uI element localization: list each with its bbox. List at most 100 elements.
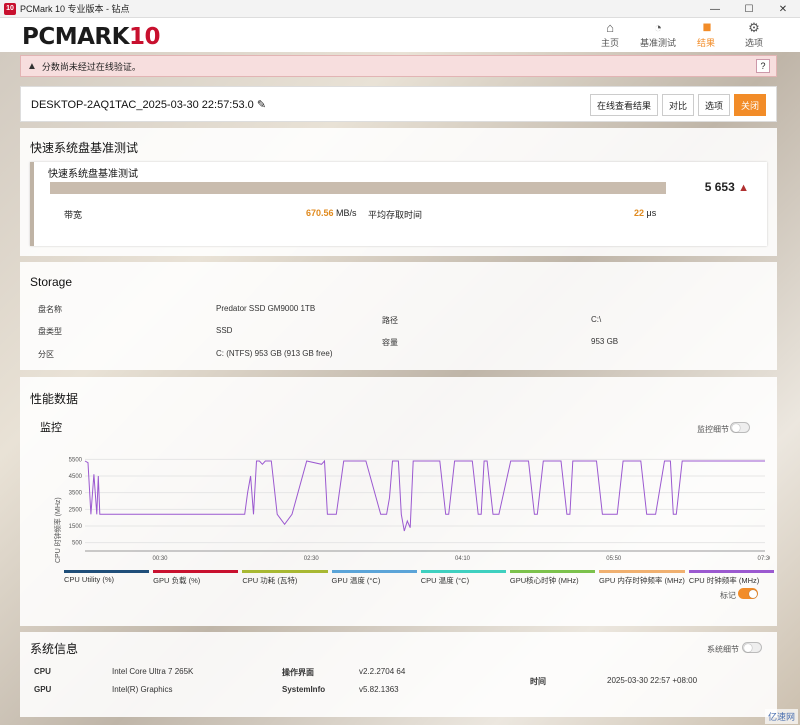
legend-label: GPU核心时钟 (MHz) bbox=[509, 576, 579, 585]
legend-item[interactable]: CPU Utility (%) bbox=[64, 570, 150, 586]
storage-panel: Storage 盘名称 Predator SSD GM9000 1TB 盘类型 … bbox=[20, 262, 777, 370]
legend-item[interactable]: GPU 温度 (°C) bbox=[331, 570, 417, 586]
pcmark-logo: PCMARK10 bbox=[22, 24, 160, 50]
y-tick-label: 1500 bbox=[69, 524, 83, 530]
score-bar bbox=[50, 182, 666, 194]
nav-home[interactable]: ⌂ 主页 bbox=[592, 20, 628, 49]
bar-chart-icon: ▮▮ bbox=[702, 22, 711, 33]
maximize-button[interactable]: ☐ bbox=[732, 0, 766, 18]
monitor-title: 监控 bbox=[40, 422, 62, 434]
gauge-icon: ◔ bbox=[654, 20, 662, 35]
partition-value: C: (NTFS) 953 GB (913 GB free) bbox=[216, 349, 333, 358]
path-label: 路径 bbox=[382, 316, 398, 325]
cpu-value: Intel Core Ultra 7 265K bbox=[112, 667, 194, 676]
x-tick-label: 04:10 bbox=[455, 556, 471, 562]
latency-label: 平均存取时间 bbox=[368, 210, 423, 220]
legend-item[interactable]: GPU核心时钟 (MHz) bbox=[509, 570, 596, 586]
nav-options[interactable]: ⚙ 选项 bbox=[736, 20, 772, 49]
result-header: DESKTOP-2AQ1TAC_2025-03-30 22:57:53.0 ✎ … bbox=[20, 86, 777, 122]
y-axis-label: CPU 时钟频率 (MHz) bbox=[53, 497, 62, 563]
system-detail-toggle[interactable] bbox=[742, 642, 762, 653]
storage-title: Storage bbox=[30, 275, 73, 289]
y-axis-ticks: 5500 4500 3500 2500 1500 500 bbox=[69, 457, 83, 546]
legend-label: CPU 温度 (°C) bbox=[420, 576, 470, 585]
compare-button[interactable]: 对比 bbox=[661, 94, 694, 116]
x-tick-label: 00:30 bbox=[152, 556, 168, 562]
legend-swatch bbox=[242, 570, 328, 573]
disk-type-label: 盘类型 bbox=[38, 327, 62, 336]
os-value: v2.2.2704 64 bbox=[359, 667, 406, 676]
legend-label: GPU 负载 (%) bbox=[153, 576, 201, 585]
disk-name-label: 盘名称 bbox=[38, 305, 62, 314]
monitor-detail-toggle[interactable] bbox=[730, 422, 750, 433]
validation-warning: ▲ 分数尚未经过在线验证。 ? bbox=[20, 55, 777, 77]
gpu-label: GPU bbox=[34, 685, 52, 694]
chart-legend: CPU Utility (%) GPU 负载 (%) CPU 功耗 (瓦特) G… bbox=[64, 570, 775, 586]
partition-label: 分区 bbox=[38, 350, 54, 359]
minimize-button[interactable]: — bbox=[698, 0, 732, 18]
x-tick-label: 02:30 bbox=[304, 556, 320, 562]
cpu-label: CPU bbox=[34, 667, 51, 676]
close-button[interactable]: 关闭 bbox=[733, 94, 766, 116]
watermark: 亿速网 bbox=[764, 709, 798, 724]
legend-swatch bbox=[509, 570, 596, 573]
chart-grid bbox=[85, 458, 765, 552]
sysinfo-title: 系统信息 bbox=[30, 642, 79, 656]
legend-item[interactable]: GPU 内存时钟频率 (MHz) bbox=[599, 570, 685, 586]
home-icon: ⌂ bbox=[606, 20, 614, 35]
y-tick-label: 3500 bbox=[69, 491, 83, 497]
legend-swatch bbox=[420, 570, 506, 573]
help-button[interactable]: ? bbox=[756, 59, 770, 73]
legend-swatch bbox=[688, 570, 775, 573]
warning-icon: ▲ bbox=[27, 60, 37, 72]
capacity-value: 953 GB bbox=[591, 337, 619, 346]
quick-test-panel: 快速系统盘基准测试 快速系统盘基准测试 5 653 ▲ 带宽 670.56 MB… bbox=[20, 128, 777, 256]
time-value: 2025-03-30 22:57 +08:00 bbox=[607, 676, 698, 685]
options-button[interactable]: 选项 bbox=[697, 94, 730, 116]
legend-item[interactable]: CPU 温度 (°C) bbox=[420, 570, 506, 586]
test-name: 快速系统盘基准测试 bbox=[48, 169, 138, 180]
nav-benchmarks[interactable]: ◔ 基准测试 bbox=[640, 20, 676, 49]
legend-swatch bbox=[331, 570, 417, 573]
bandwidth-label: 带宽 bbox=[64, 210, 83, 220]
performance-panel: 性能数据 监控 监控细节 CPU 时钟频率 (MHz) 5500 4500 3500… bbox=[20, 377, 777, 626]
legend-swatch bbox=[64, 570, 150, 573]
close-window-button[interactable]: ✕ bbox=[766, 0, 800, 18]
series-line-cpu-clock bbox=[84, 459, 765, 532]
edit-icon[interactable]: ✎ bbox=[257, 99, 266, 111]
legend-item[interactable]: CPU 功耗 (瓦特) bbox=[242, 570, 328, 586]
y-tick-label: 4500 bbox=[69, 474, 83, 480]
legend-swatch bbox=[153, 570, 239, 573]
result-title: DESKTOP-2AQ1TAC_2025-03-30 22:57:53.0 ✎ bbox=[31, 99, 267, 111]
bandwidth-value: 670.56 MB/s bbox=[306, 208, 357, 218]
score-value: 5 653 ▲ bbox=[704, 180, 749, 194]
warning-icon: ▲ bbox=[738, 182, 749, 194]
legend-item[interactable]: GPU 负载 (%) bbox=[153, 570, 239, 586]
gpu-value: Intel(R) Graphics bbox=[112, 685, 173, 694]
legend-label: CPU Utility (%) bbox=[64, 575, 114, 584]
warning-text: 分数尚未经过在线验证。 bbox=[41, 61, 141, 72]
nav-home-label: 主页 bbox=[600, 38, 619, 48]
x-axis-ticks: 00:30 02:30 04:10 05:50 07:30 bbox=[152, 556, 770, 562]
x-tick-label: 07:30 bbox=[757, 556, 770, 562]
legend-item[interactable]: CPU 时钟频率 (MHz) bbox=[688, 570, 775, 586]
mark-label: 标记 bbox=[720, 591, 736, 600]
perf-title: 性能数据 bbox=[30, 392, 79, 406]
legend-label: CPU 功耗 (瓦特) bbox=[242, 576, 298, 585]
nav-results[interactable]: ▮▮ 结果 bbox=[688, 20, 724, 49]
legend-label: GPU 内存时钟频率 (MHz) bbox=[599, 576, 685, 585]
main-nav: ⌂ 主页 ◔ 基准测试 ▮▮ 结果 ⚙ 选项 bbox=[592, 20, 772, 49]
monitor-chart: CPU 时钟频率 (MHz) 5500 4500 3500 2500 1500 500 0… bbox=[53, 457, 770, 563]
mark-toggle[interactable] bbox=[738, 588, 758, 599]
system-detail-label: 系统细节 bbox=[707, 645, 739, 654]
test-result-box: 快速系统盘基准测试 5 653 ▲ 带宽 670.56 MB/s 平均存取时间 … bbox=[30, 162, 767, 246]
nav-results-label: 结果 bbox=[696, 38, 715, 48]
view-online-button[interactable]: 在线查看结果 bbox=[589, 94, 658, 116]
monitor-detail-label: 监控细节 bbox=[697, 425, 729, 434]
window-title: PCMark 10 专业版本 - 钻点 bbox=[20, 4, 130, 14]
app-header: PCMARK10 ⌂ 主页 ◔ 基准测试 ▮▮ 结果 ⚙ 选项 bbox=[0, 18, 800, 52]
y-tick-label: 2500 bbox=[69, 507, 83, 513]
disk-type-value: SSD bbox=[216, 326, 233, 335]
latency-value: 22 μs bbox=[634, 208, 657, 218]
y-tick-label: 5500 bbox=[69, 457, 83, 463]
